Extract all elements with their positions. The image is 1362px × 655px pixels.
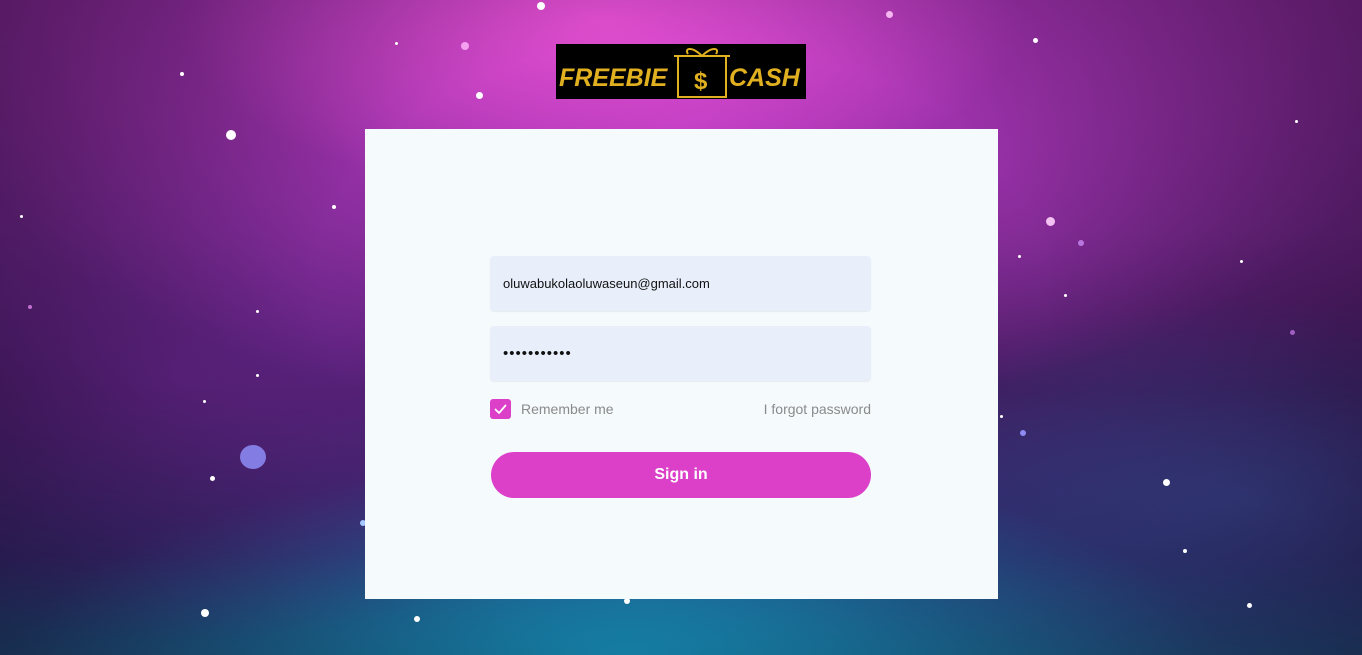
star xyxy=(414,616,420,622)
logo-text-left: FREEBIE xyxy=(559,64,669,92)
email-field[interactable] xyxy=(490,256,871,311)
star xyxy=(886,11,893,18)
logo-text-right: CASH xyxy=(729,64,801,92)
star xyxy=(210,476,215,481)
sign-in-button[interactable]: Sign in xyxy=(491,452,871,498)
star xyxy=(201,609,209,617)
login-card: Remember me I forgot password Sign in xyxy=(365,129,998,599)
star xyxy=(1240,260,1243,263)
star xyxy=(1018,255,1021,258)
star xyxy=(1290,330,1295,335)
star xyxy=(240,445,266,469)
freebie-cash-logo[interactable]: FREEBIE $ CASH xyxy=(556,44,806,99)
star xyxy=(256,310,259,313)
star xyxy=(256,374,259,377)
star xyxy=(1000,415,1003,418)
star xyxy=(1064,294,1067,297)
password-field[interactable] xyxy=(490,326,871,381)
star xyxy=(332,205,336,209)
star xyxy=(395,42,398,45)
star xyxy=(1046,217,1055,226)
star xyxy=(1033,38,1038,43)
forgot-password-link[interactable]: I forgot password xyxy=(764,401,871,417)
logo-text-symbol: $ xyxy=(694,68,708,95)
logo-graphic: FREEBIE $ CASH xyxy=(559,48,801,98)
star xyxy=(28,305,32,309)
remember-me-checkbox[interactable]: Remember me xyxy=(490,399,614,419)
star xyxy=(1295,120,1298,123)
star xyxy=(537,2,545,10)
star xyxy=(203,400,206,403)
star xyxy=(226,130,236,140)
star xyxy=(1183,549,1187,553)
star xyxy=(1163,479,1170,486)
checkbox-checked[interactable] xyxy=(490,399,511,419)
star xyxy=(180,72,184,76)
checkmark-icon xyxy=(494,404,507,414)
star xyxy=(20,215,23,218)
star xyxy=(461,42,469,50)
star xyxy=(1020,430,1026,436)
star xyxy=(476,92,483,99)
star xyxy=(1078,240,1084,246)
star xyxy=(1247,603,1252,608)
remember-me-label: Remember me xyxy=(521,401,614,417)
